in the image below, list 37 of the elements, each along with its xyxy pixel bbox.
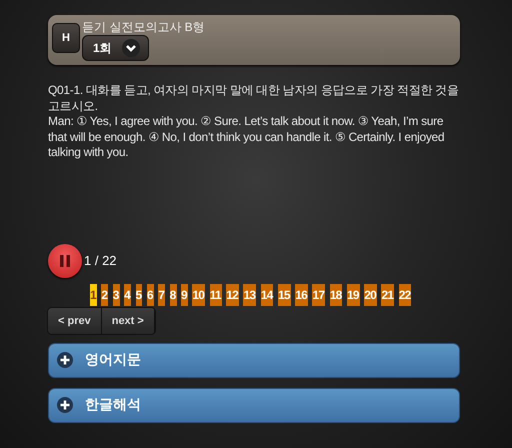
page-link[interactable]: 7: [158, 284, 166, 306]
page-link[interactable]: 22: [398, 284, 412, 306]
page-link[interactable]: 16: [295, 284, 308, 306]
plus-icon: [57, 397, 73, 413]
round-select[interactable]: 1회: [82, 35, 149, 61]
page-link[interactable]: 20: [364, 284, 377, 306]
page-link[interactable]: 15: [278, 284, 291, 306]
home-button[interactable]: H: [52, 23, 80, 53]
page-link[interactable]: 13: [243, 284, 256, 306]
page-link[interactable]: 9: [181, 284, 188, 306]
page-link[interactable]: 17: [312, 284, 326, 306]
pause-icon: [59, 254, 71, 268]
page-link[interactable]: 18: [330, 284, 342, 306]
page-link[interactable]: 11: [210, 284, 222, 306]
prev-button[interactable]: < prev: [48, 308, 102, 334]
page-link[interactable]: 3: [112, 284, 120, 306]
track-counter: 1 / 22: [84, 253, 117, 268]
page-link[interactable]: 6: [146, 284, 154, 306]
page-link[interactable]: 21: [381, 284, 394, 306]
page-link[interactable]: 2: [101, 284, 108, 306]
pause-button[interactable]: [48, 244, 82, 278]
test-title: 듣기 실전모의고사 B형: [82, 19, 205, 35]
next-button[interactable]: next >: [102, 308, 155, 334]
page-link[interactable]: 14: [260, 284, 274, 306]
page-link[interactable]: 1: [90, 284, 97, 306]
question-prompt: Q01-1. 대화를 듣고, 여자의 마지막 말에 대한 남자의 응답으로 가장 적절한 것을 고르시오.: [48, 83, 460, 114]
dialogue-text: Man: ① Yes, I agree with you. ② Sure. Let’s talk about it now. ③ Yeah, I’m sure that will be enough. ④ No, I don’t think you can handle it. ⑤ Certainly. I enjoyed talking with you.: [48, 114, 446, 160]
page-link[interactable]: 4: [124, 284, 131, 306]
page-link[interactable]: 5: [136, 284, 142, 306]
page-link[interactable]: 8: [170, 284, 176, 306]
chevron-down-icon: [122, 39, 140, 57]
page-link[interactable]: 12: [226, 284, 239, 306]
plus-icon: [57, 352, 73, 368]
collapsible-header[interactable]: 한글해석: [48, 388, 460, 422]
collapsible-header[interactable]: 영어지문: [48, 342, 460, 378]
page-link[interactable]: 19: [346, 284, 360, 306]
page-link[interactable]: 10: [192, 284, 206, 306]
